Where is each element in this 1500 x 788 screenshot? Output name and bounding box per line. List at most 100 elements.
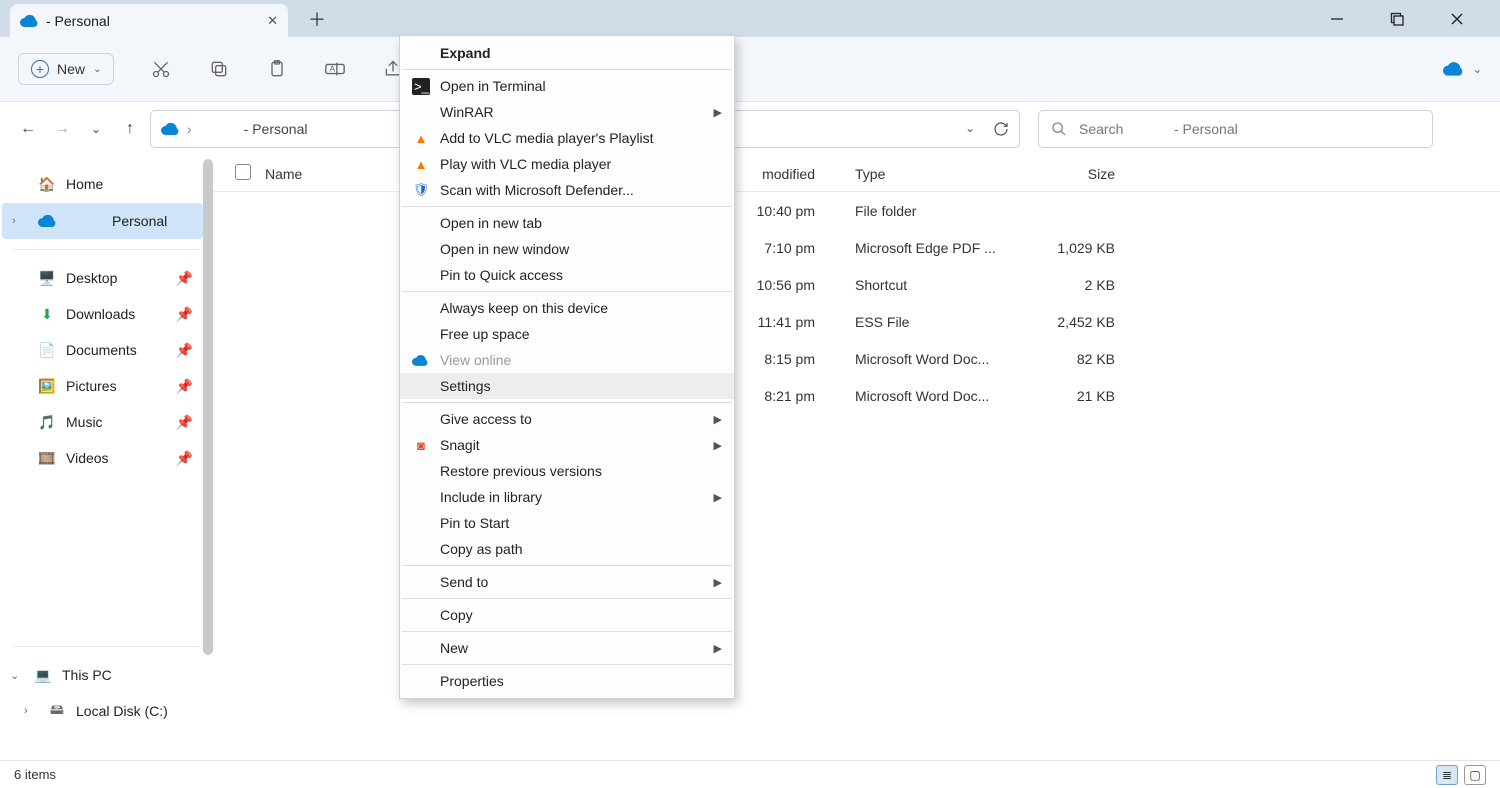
sidebar-onedrive-personal[interactable]: › Personal — [2, 203, 203, 239]
pin-icon[interactable]: 📌 — [176, 306, 193, 323]
copy-icon[interactable] — [208, 58, 230, 80]
ctx-snagit[interactable]: ◙Snagit▶ — [400, 432, 734, 458]
sidebar-home[interactable]: 🏠 Home — [0, 166, 213, 202]
ctx-open-terminal[interactable]: >_Open in Terminal — [400, 73, 734, 99]
cell-type: ESS File — [855, 314, 1015, 330]
ctx-copy-path[interactable]: Copy as path — [400, 536, 734, 562]
sidebar-item-label: Home — [66, 176, 103, 192]
close-window-button[interactable] — [1450, 12, 1480, 26]
desktop-icon: 🖥️ — [38, 270, 56, 287]
ctx-pin-quick-access[interactable]: Pin to Quick access — [400, 262, 734, 288]
ctx-open-new-tab[interactable]: Open in new tab — [400, 210, 734, 236]
sidebar-item-label: Videos — [66, 450, 109, 466]
cell-size: 2 KB — [1015, 277, 1115, 293]
item-count: 6 items — [14, 767, 56, 782]
forward-button[interactable]: → — [48, 120, 76, 138]
sidebar-pictures[interactable]: 🖼️ Pictures 📌 — [0, 368, 213, 404]
vlc-icon: ▲ — [412, 131, 430, 146]
ctx-give-access[interactable]: Give access to▶ — [400, 406, 734, 432]
pictures-icon: 🖼️ — [38, 378, 56, 395]
submenu-arrow-icon: ▶ — [714, 106, 722, 119]
sidebar-videos[interactable]: 🎞️ Videos 📌 — [0, 440, 213, 476]
home-icon: 🏠 — [38, 176, 56, 193]
pin-icon[interactable]: 📌 — [176, 414, 193, 431]
chevron-right-icon[interactable]: › — [24, 705, 28, 717]
search-input[interactable] — [1077, 120, 1420, 138]
select-all-checkbox[interactable] — [235, 164, 251, 180]
pin-icon[interactable]: 📌 — [176, 270, 193, 287]
ctx-new[interactable]: New▶ — [400, 635, 734, 661]
address-dropdown[interactable]: ⌄ — [965, 121, 975, 137]
sidebar-localdisk[interactable]: › 🖴 Local Disk (C:) — [0, 693, 213, 729]
search-bar[interactable] — [1038, 110, 1433, 148]
tab-active[interactable]: - Personal ✕ — [10, 4, 288, 37]
pc-icon: 💻 — [34, 667, 52, 684]
breadcrumb-path: - Personal — [244, 121, 308, 137]
onedrive-status-icon[interactable] — [1443, 62, 1463, 76]
column-size[interactable]: Size — [1015, 166, 1115, 182]
ctx-pin-start[interactable]: Pin to Start — [400, 510, 734, 536]
onedrive-icon — [412, 355, 430, 366]
ctx-view-online: View online — [400, 347, 734, 373]
ctx-restore-versions[interactable]: Restore previous versions — [400, 458, 734, 484]
ctx-copy[interactable]: Copy — [400, 602, 734, 628]
divider — [402, 206, 732, 207]
sidebar-item-label: Music — [66, 414, 103, 430]
ctx-include-library[interactable]: Include in library▶ — [400, 484, 734, 510]
sidebar-music[interactable]: 🎵 Music 📌 — [0, 404, 213, 440]
rename-icon[interactable]: A — [324, 58, 346, 80]
sidebar-item-label: Documents — [66, 342, 137, 358]
scrollbar-thumb[interactable] — [203, 159, 213, 655]
maximize-button[interactable] — [1390, 12, 1420, 26]
ctx-vlc-play[interactable]: ▲Play with VLC media player — [400, 151, 734, 177]
minimize-button[interactable] — [1330, 12, 1360, 26]
ctx-winrar[interactable]: WinRAR▶ — [400, 99, 734, 125]
pin-icon[interactable]: 📌 — [176, 450, 193, 467]
view-details-button[interactable]: ≣ — [1436, 765, 1458, 785]
ctx-open-new-window[interactable]: Open in new window — [400, 236, 734, 262]
documents-icon: 📄 — [38, 342, 56, 359]
new-tab-button[interactable]: ＋ — [302, 6, 332, 32]
sidebar-downloads[interactable]: ⬇ Downloads 📌 — [0, 296, 213, 332]
breadcrumb-separator: › — [187, 121, 192, 137]
cell-type: File folder — [855, 203, 1015, 219]
sidebar-thispc[interactable]: ⌄ 💻 This PC — [0, 657, 213, 693]
sidebar-documents[interactable]: 📄 Documents 📌 — [0, 332, 213, 368]
ctx-properties[interactable]: Properties — [400, 668, 734, 694]
paste-icon[interactable] — [266, 58, 288, 80]
up-button[interactable]: ↑ — [116, 120, 144, 138]
ctx-free-up-space[interactable]: Free up space — [400, 321, 734, 347]
pin-icon[interactable]: 📌 — [176, 378, 193, 395]
ctx-send-to[interactable]: Send to▶ — [400, 569, 734, 595]
status-bar: 6 items ≣ ▢ — [0, 760, 1500, 788]
chevron-down-icon[interactable]: ⌄ — [10, 669, 19, 682]
divider — [402, 664, 732, 665]
plus-icon: + — [31, 60, 49, 78]
pin-icon[interactable]: 📌 — [176, 342, 193, 359]
ctx-settings[interactable]: Settings — [400, 373, 734, 399]
ctx-vlc-add[interactable]: ▲Add to VLC media player's Playlist — [400, 125, 734, 151]
cell-size: 2,452 KB — [1015, 314, 1115, 330]
chevron-right-icon[interactable]: › — [12, 215, 16, 227]
submenu-arrow-icon: ▶ — [714, 413, 722, 426]
videos-icon: 🎞️ — [38, 450, 56, 467]
cut-icon[interactable] — [150, 58, 172, 80]
back-button[interactable]: ← — [14, 120, 42, 138]
ctx-expand[interactable]: Expand — [400, 40, 734, 66]
refresh-button[interactable] — [993, 121, 1009, 137]
recent-dropdown[interactable]: ⌄ — [82, 122, 110, 136]
cell-size: 82 KB — [1015, 351, 1115, 367]
ctx-always-keep[interactable]: Always keep on this device — [400, 295, 734, 321]
new-button[interactable]: + New ⌄ — [18, 53, 114, 85]
chevron-down-icon: ⌄ — [93, 64, 101, 75]
view-icons-button[interactable]: ▢ — [1464, 765, 1486, 785]
toolbar: + New ⌄ A ⌄ — [0, 37, 1500, 102]
close-icon[interactable]: ✕ — [267, 13, 278, 29]
ctx-defender[interactable]: 🛡Scan with Microsoft Defender... — [400, 177, 734, 203]
music-icon: 🎵 — [38, 414, 56, 431]
column-type[interactable]: Type — [855, 166, 1015, 182]
new-label: New — [57, 61, 85, 77]
chevron-down-icon[interactable]: ⌄ — [1473, 63, 1482, 76]
cell-size: 21 KB — [1015, 388, 1115, 404]
sidebar-desktop[interactable]: 🖥️ Desktop 📌 — [0, 260, 213, 296]
